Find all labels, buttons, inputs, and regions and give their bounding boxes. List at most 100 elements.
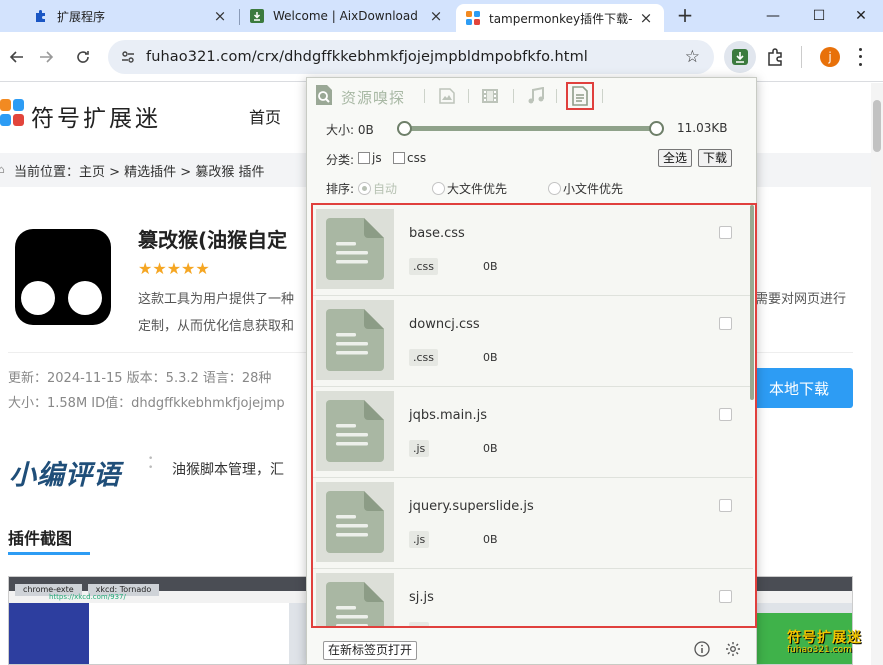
resource-name: jqbs.main.js [409,408,488,423]
new-tab-button[interactable]: + [674,3,696,27]
resource-checkbox[interactable] [719,590,732,603]
address-bar[interactable]: fuhao321.com/crx/dhdgffkkebhmkfjojejmpbl… [108,40,714,74]
local-download-button[interactable]: 本地下载 [745,368,853,408]
sort-auto[interactable]: 自动 [358,180,397,197]
size-min-handle[interactable] [397,121,412,136]
js-checkbox[interactable] [358,152,370,164]
resource-name: sj.js [409,590,434,605]
settings-gear-icon[interactable] [724,640,742,658]
tab-tampermonkey[interactable]: tampermonkey插件下载- × [456,4,664,32]
resource-checkbox[interactable] [719,408,732,421]
profile-avatar[interactable]: j [820,47,840,67]
sniffer-logo-icon [316,85,332,105]
browser-menu-button[interactable] [852,46,868,68]
category-js[interactable]: js [358,151,382,165]
download-button[interactable]: 下载 [698,149,733,167]
resource-item[interactable]: jquery.superslide.js .js 0B [313,478,753,569]
resource-item[interactable]: sj.js .js 0B [313,569,753,626]
sort-large-first[interactable]: 大文件优先 [432,180,507,197]
watermark-url: fuhao321.com [787,645,852,655]
rating-stars: ★★★★★ [138,259,210,278]
app-description-line2: 定制，从而优化信息获取和 [138,319,295,334]
editor-review-text: 油猴脚本管理，汇 [172,462,284,478]
heading-underline [8,552,90,555]
back-arrow-icon [9,51,23,63]
tab-separator [602,89,603,103]
tab-extensions[interactable]: 扩展程序 × [24,2,238,30]
page-scrollbar-thumb[interactable] [873,100,881,152]
site-logo-text[interactable]: 符号扩展迷 [31,99,161,133]
resource-size: 0B [483,260,498,273]
file-thumbnail [316,482,394,562]
site-logo-icon [466,11,480,25]
back-button[interactable] [4,44,30,70]
resource-checkbox[interactable] [719,499,732,512]
audio-filter-tab[interactable] [525,85,547,107]
download-box-icon [250,9,264,23]
reload-button[interactable] [70,44,96,70]
resource-size: 0B [483,442,498,455]
toolbar-divider [801,46,802,68]
resource-checkbox[interactable] [719,226,732,239]
sort-small-radio[interactable] [548,182,561,195]
tab-title: Welcome | AixDownload [273,9,418,23]
resource-name: jquery.superslide.js [409,499,534,514]
category-css[interactable]: css [393,151,426,165]
tab-title: 扩展程序 [57,9,106,24]
resource-ext-badge: .css [409,349,439,366]
tab-welcome[interactable]: Welcome | AixDownload × [240,2,454,30]
sort-auto-radio[interactable] [358,182,371,195]
resource-item[interactable]: base.css .css 0B [313,205,753,296]
url-text: fuhao321.com/crx/dhdgffkkebhmkfjojejmpbl… [146,49,588,65]
info-icon[interactable] [693,640,711,658]
resource-ext-badge: .js [409,622,430,626]
close-icon[interactable]: × [428,7,444,25]
site-info-icon[interactable] [118,49,138,65]
video-filter-tab[interactable] [479,85,501,107]
close-window-button[interactable]: ✕ [838,0,883,32]
image-icon [439,88,455,104]
css-checkbox[interactable] [393,152,405,164]
extensions-puzzle-button[interactable] [766,48,784,70]
download-box-icon [732,49,748,65]
forward-button[interactable] [33,44,59,70]
tab-strip: 扩展程序 × Welcome | AixDownload × tampermon… [0,0,883,32]
maximize-button[interactable]: ☐ [796,0,842,32]
file-thumbnail [316,391,394,471]
select-all-button[interactable]: 全选 [658,149,693,167]
minimize-button[interactable]: — [750,0,796,32]
watermark-text: 符号扩展迷 [787,630,862,646]
open-in-new-tab-button[interactable]: 在新标签页打开 [323,641,418,660]
list-scrollbar-thumb[interactable] [750,205,754,400]
popup-header: 资源嗅探 [307,78,756,114]
app-description-line1: 这款工具为用户提供了一种 [138,292,295,307]
resource-size: 0B [483,533,498,546]
document-filter-tab[interactable] [566,82,594,110]
tab-title: tampermonkey插件下载- [489,11,633,26]
breadcrumb[interactable]: 当前位置：主页 > 精选插件 > 篡改猴 插件 [14,161,264,180]
sort-large-radio[interactable] [432,182,445,195]
image-filter-tab[interactable] [436,85,458,107]
resource-ext-badge: .css [409,258,439,275]
close-icon[interactable]: × [212,7,228,25]
app-title: 篡改猴(油猴自定 [138,228,288,252]
resource-item[interactable]: downcj.css .css 0B [313,296,753,387]
screenshots-heading: 插件截图 [8,529,73,548]
resource-checkbox[interactable] [719,317,732,330]
size-max-handle[interactable] [649,121,664,136]
tab-separator [513,89,514,103]
size-range-slider[interactable] [405,126,657,131]
sniffer-extension-button[interactable] [724,41,756,73]
bookmark-star-icon[interactable]: ☆ [685,47,700,67]
page-scrollbar[interactable] [871,83,883,665]
nav-home-link[interactable]: 首页 [249,104,281,128]
resource-ext-badge: .js [409,531,430,548]
resource-item[interactable]: jqbs.main.js .js 0B [313,387,753,478]
app-meta-update: 更新：2024-11-15 版本：5.3.2 语言：28种 [8,371,272,386]
sort-small-first[interactable]: 小文件优先 [548,180,623,197]
close-icon[interactable]: × [638,9,654,27]
resource-list[interactable]: base.css .css 0B downcj.css .css 0B jqbs.main.… [311,203,757,628]
sort-auto-label: 自动 [373,182,398,196]
puzzle-icon [768,48,782,66]
editor-review-logo: 小编评语 [9,460,121,491]
